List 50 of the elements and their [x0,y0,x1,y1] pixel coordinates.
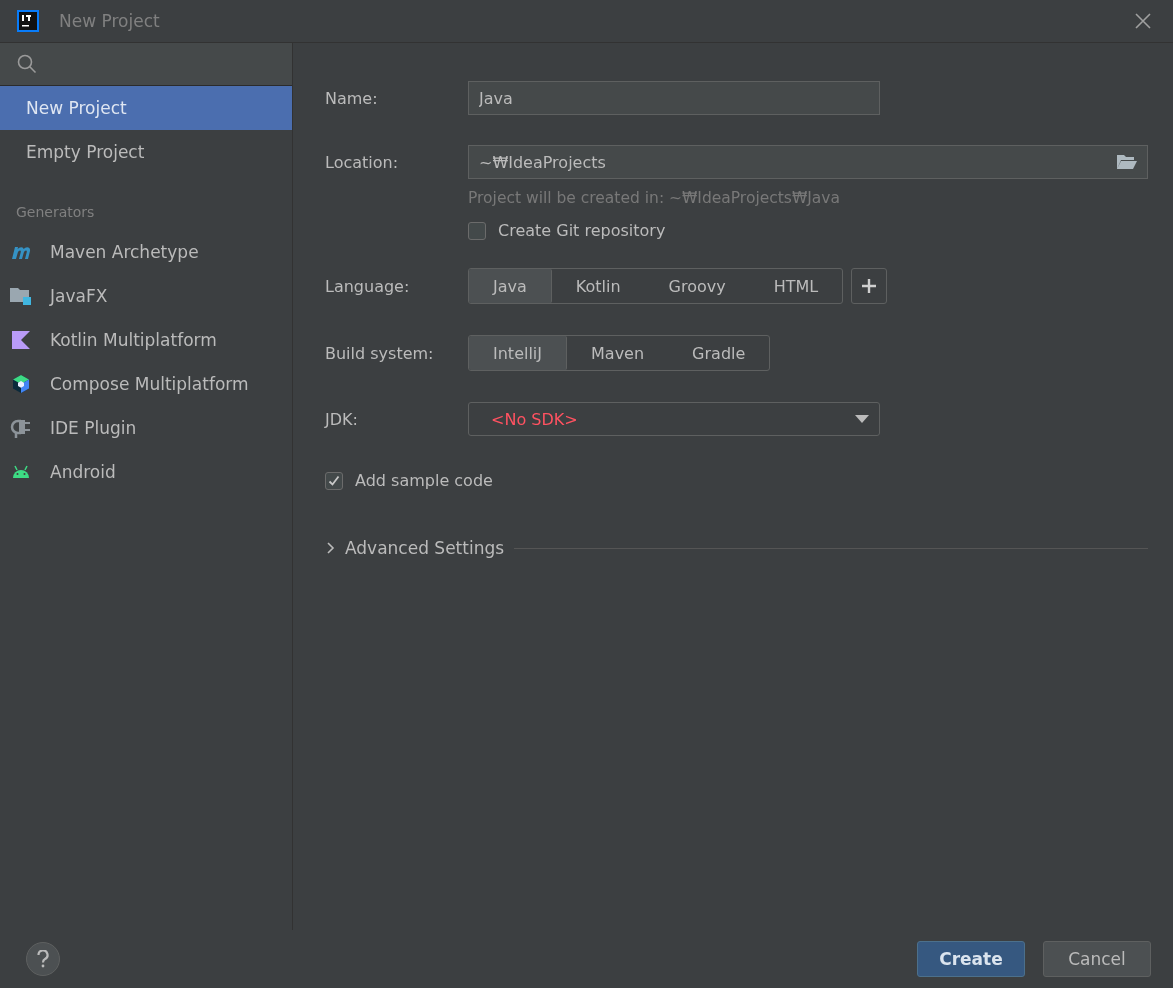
m-letter-icon [10,244,32,260]
help-button[interactable] [26,942,60,976]
folder-icon[interactable] [1116,153,1138,171]
field-label: Location: [325,152,400,172]
segment-option[interactable]: HTML [749,269,843,303]
segment-option[interactable]: Kotlin [551,269,645,303]
checkbox-label: Create Git repository [498,221,666,240]
segment-option[interactable]: Groovy [644,269,750,303]
segment-option[interactable]: Java [469,269,552,303]
chevron-right-icon[interactable] [325,542,335,554]
window-title: New Project [59,11,160,31]
hexagon-cube-icon [11,374,31,394]
close-icon[interactable] [1135,13,1151,29]
plug-icon [10,417,32,439]
generator-item[interactable]: Compose Multiplatform [50,374,249,394]
android-icon [11,465,31,479]
segment-option[interactable]: Maven [567,336,669,370]
field-label: JDK: [325,409,359,429]
sidebar-item[interactable]: Empty Project [0,130,292,174]
field-label: Build system: [325,343,435,363]
checkbox[interactable] [325,471,343,490]
hint-text: Project will be created in: ~₩IdeaProjects₩Java [468,189,841,207]
dropdown-arrow-icon [855,415,869,423]
search-icon [17,54,37,74]
app-logo-icon [17,10,39,32]
check-icon [327,473,341,488]
field-label: Language: [325,276,411,296]
create-button[interactable]: Create [917,941,1025,977]
segment-option[interactable]: IntelliJ [469,336,568,370]
folder-icon [9,286,33,306]
section-toggle[interactable]: Advanced Settings [345,538,505,558]
field-label: Name: [325,88,379,108]
checkbox-label: Add sample code [355,471,493,490]
cancel-button[interactable]: Cancel [1043,941,1151,977]
name-field[interactable]: Java [468,81,880,115]
plus-icon [861,278,878,294]
sidebar-item[interactable]: New Project [0,86,292,130]
generator-item[interactable]: IDE Plugin [50,418,137,438]
generator-item[interactable]: Maven Archetype [50,242,199,262]
generator-item[interactable]: Kotlin Multiplatform [50,330,217,350]
section-title: Generators [16,204,96,220]
generator-item[interactable]: JavaFX [50,286,108,306]
kotlin-logo-icon [11,330,31,350]
question-mark-icon [37,950,49,968]
segment-option[interactable]: Gradle [668,336,770,370]
jdk-dropdown[interactable]: <No SDK> [468,402,880,436]
location-field[interactable]: ~₩IdeaProjects [468,145,1148,179]
generator-item[interactable]: Android [50,462,116,482]
add-button[interactable] [851,268,888,304]
checkbox[interactable] [468,221,486,240]
